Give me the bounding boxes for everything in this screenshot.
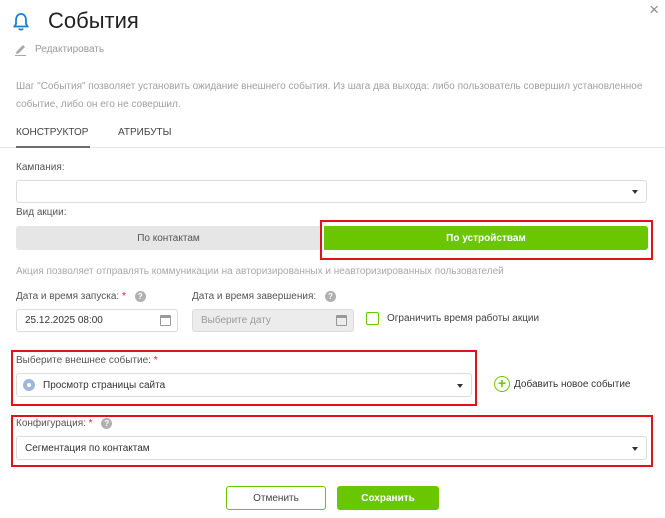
event-select[interactable]: Просмотр страницы сайта [16,373,472,397]
end-date-placeholder: Выберите дату [201,315,271,326]
help-icon[interactable]: ? [324,291,336,302]
step-description: Шаг "События" позволяет установить ожида… [16,81,643,110]
cancel-button[interactable]: Отменить [226,486,326,510]
action-type-label: Вид акции: [16,207,67,218]
calendar-icon[interactable] [160,315,171,326]
end-date-input[interactable]: Выберите дату [192,309,354,332]
add-event-button[interactable]: + Добавить новое событие [494,376,630,392]
config-select[interactable]: Сегментация по контактам [16,436,647,460]
action-type-by-devices[interactable]: По устройствам [324,226,648,250]
campaign-label: Кампания: [16,162,65,173]
edit-button[interactable]: Редактировать [14,43,104,56]
active-tab-indicator [16,146,90,148]
tab-attributes[interactable]: АТРИБУТЫ [118,127,172,138]
required-mark: * [153,355,158,366]
event-value: Просмотр страницы сайта [43,379,166,391]
close-icon[interactable]: × [649,0,659,20]
config-label-text: Конфигурация: [16,418,86,430]
end-date-label: Дата и время завершения: ? [192,291,336,302]
help-icon[interactable]: ? [101,418,113,429]
page-title: События [48,8,139,33]
chevron-down-icon [632,190,638,194]
event-label: Выберите внешнее событие: * [16,355,158,366]
chevron-down-icon [457,384,463,388]
event-icon [23,379,35,391]
action-info-text: Акция позволяет отправлять коммуникации … [16,266,504,277]
add-event-label: Добавить новое событие [514,378,631,390]
start-date-label: Дата и время запуска: * ? [16,291,146,302]
event-label-text: Выберите внешнее событие: [16,355,151,366]
edit-label: Редактировать [35,44,105,55]
plus-icon: + [494,376,510,392]
campaign-select[interactable] [16,180,647,203]
bell-icon [12,13,30,31]
chevron-down-icon [632,447,638,451]
config-label: Конфигурация: * ? [16,418,113,430]
config-value: Сегментация по контактам [25,442,150,454]
help-icon[interactable]: ? [134,291,146,302]
pencil-icon [15,45,26,56]
required-mark: * [88,418,93,430]
tabs-divider [0,147,665,148]
limit-time-label: Ограничить время работы акции [387,313,540,324]
save-button[interactable]: Сохранить [337,486,439,510]
start-date-input[interactable]: 25.12.2025 08:00 [16,309,178,332]
calendar-icon[interactable] [336,315,347,326]
tab-constructor[interactable]: КОНСТРУКТОР [16,127,88,138]
limit-time-checkbox[interactable] [366,312,379,325]
action-type-by-contacts[interactable]: По контактам [16,226,321,250]
required-mark: * [121,291,126,303]
start-date-label-text: Дата и время запуска: [16,291,120,303]
start-date-value: 25.12.2025 08:00 [25,315,103,326]
end-date-label-text: Дата и время завершения: [192,291,317,303]
